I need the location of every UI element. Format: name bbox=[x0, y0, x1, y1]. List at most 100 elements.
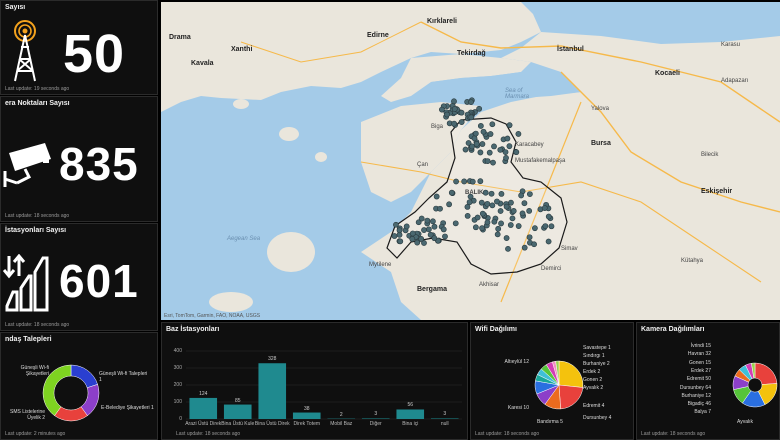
station-marker[interactable] bbox=[548, 223, 555, 230]
station-marker[interactable] bbox=[509, 215, 516, 222]
station-marker[interactable] bbox=[421, 227, 427, 233]
station-marker[interactable] bbox=[480, 128, 487, 135]
station-marker[interactable] bbox=[489, 202, 496, 209]
station-marker[interactable] bbox=[487, 131, 494, 137]
station-marker[interactable] bbox=[513, 149, 520, 156]
station-marker[interactable] bbox=[451, 98, 457, 105]
station-marker[interactable] bbox=[521, 200, 528, 207]
station-marker[interactable] bbox=[437, 205, 443, 212]
station-marker[interactable] bbox=[464, 203, 471, 210]
station-marker[interactable] bbox=[409, 236, 416, 242]
station-marker[interactable] bbox=[446, 201, 453, 208]
station-marker[interactable] bbox=[519, 210, 526, 217]
station-marker[interactable] bbox=[508, 199, 514, 206]
station-marker[interactable] bbox=[477, 149, 484, 156]
station-marker[interactable] bbox=[484, 219, 491, 226]
station-marker[interactable] bbox=[482, 189, 489, 196]
station-marker[interactable] bbox=[498, 190, 505, 197]
station-marker[interactable] bbox=[440, 226, 447, 233]
station-marker[interactable] bbox=[469, 178, 476, 185]
station-marker[interactable] bbox=[506, 122, 513, 129]
camera-slice[interactable] bbox=[754, 362, 778, 385]
station-marker[interactable] bbox=[494, 231, 501, 238]
bar[interactable] bbox=[430, 418, 459, 419]
station-marker[interactable] bbox=[452, 220, 459, 227]
station-marker[interactable] bbox=[476, 105, 483, 112]
station-marker[interactable] bbox=[477, 178, 484, 185]
station-marker[interactable] bbox=[505, 245, 511, 252]
wifi-slice[interactable] bbox=[558, 360, 584, 388]
station-marker[interactable] bbox=[461, 178, 468, 185]
bar[interactable] bbox=[396, 409, 425, 419]
station-marker[interactable] bbox=[503, 203, 510, 210]
station-marker[interactable] bbox=[431, 223, 438, 230]
station-marker[interactable] bbox=[515, 223, 522, 229]
station-marker[interactable] bbox=[438, 106, 445, 113]
station-marker[interactable] bbox=[495, 225, 502, 232]
station-marker[interactable] bbox=[494, 198, 500, 205]
station-marker[interactable] bbox=[471, 135, 478, 142]
station-marker[interactable] bbox=[444, 111, 450, 118]
bar[interactable] bbox=[258, 363, 287, 419]
station-marker[interactable] bbox=[545, 213, 552, 220]
station-marker[interactable] bbox=[391, 233, 398, 239]
station-marker[interactable] bbox=[489, 121, 496, 128]
station-marker[interactable] bbox=[472, 224, 479, 231]
station-marker[interactable] bbox=[498, 220, 504, 227]
station-marker[interactable] bbox=[542, 223, 549, 230]
station-marker[interactable] bbox=[479, 210, 486, 217]
station-marker[interactable] bbox=[448, 189, 455, 196]
station-marker[interactable] bbox=[541, 205, 548, 211]
station-marker[interactable] bbox=[478, 199, 485, 206]
bar[interactable] bbox=[361, 418, 390, 419]
station-marker[interactable] bbox=[396, 227, 403, 234]
station-marker[interactable] bbox=[424, 217, 431, 224]
bar[interactable] bbox=[223, 404, 252, 419]
station-marker[interactable] bbox=[418, 215, 425, 222]
bar[interactable] bbox=[189, 397, 218, 419]
station-marker[interactable] bbox=[469, 143, 475, 150]
station-marker[interactable] bbox=[479, 225, 485, 232]
station-marker[interactable] bbox=[474, 214, 481, 221]
station-marker[interactable] bbox=[464, 213, 471, 219]
station-marker[interactable] bbox=[468, 99, 474, 106]
station-marker[interactable] bbox=[491, 143, 497, 150]
station-marker[interactable] bbox=[507, 222, 514, 228]
station-marker[interactable] bbox=[468, 114, 475, 121]
station-marker[interactable] bbox=[427, 231, 434, 238]
station-marker[interactable] bbox=[526, 191, 533, 197]
station-marker[interactable] bbox=[442, 233, 448, 240]
requests-slice[interactable] bbox=[70, 364, 98, 389]
station-marker[interactable] bbox=[472, 130, 479, 137]
station-marker[interactable] bbox=[510, 208, 517, 214]
station-marker[interactable] bbox=[451, 120, 457, 127]
station-marker[interactable] bbox=[497, 146, 504, 153]
station-marker[interactable] bbox=[526, 234, 533, 241]
station-marker[interactable] bbox=[503, 235, 510, 241]
station-marker[interactable] bbox=[502, 149, 509, 155]
bar[interactable] bbox=[292, 412, 321, 419]
station-marker[interactable] bbox=[531, 241, 537, 248]
station-marker[interactable] bbox=[504, 135, 511, 142]
station-marker[interactable] bbox=[515, 131, 522, 137]
station-marker[interactable] bbox=[418, 236, 425, 242]
station-marker[interactable] bbox=[484, 200, 491, 207]
station-marker[interactable] bbox=[403, 223, 410, 230]
station-marker[interactable] bbox=[479, 141, 486, 147]
station-marker[interactable] bbox=[458, 119, 465, 126]
station-marker[interactable] bbox=[425, 226, 432, 233]
station-marker[interactable] bbox=[497, 208, 504, 214]
station-marker[interactable] bbox=[532, 225, 538, 232]
station-marker[interactable] bbox=[433, 193, 440, 200]
station-marker[interactable] bbox=[409, 230, 416, 237]
station-marker[interactable] bbox=[518, 192, 525, 199]
station-marker[interactable] bbox=[484, 158, 491, 165]
station-marker[interactable] bbox=[451, 106, 458, 112]
station-marker[interactable] bbox=[477, 123, 484, 129]
station-marker[interactable] bbox=[486, 149, 493, 156]
station-marker[interactable] bbox=[429, 218, 436, 225]
station-marker[interactable] bbox=[521, 244, 528, 251]
station-marker[interactable] bbox=[506, 143, 513, 150]
station-marker[interactable] bbox=[491, 218, 498, 225]
station-marker[interactable] bbox=[488, 190, 495, 197]
